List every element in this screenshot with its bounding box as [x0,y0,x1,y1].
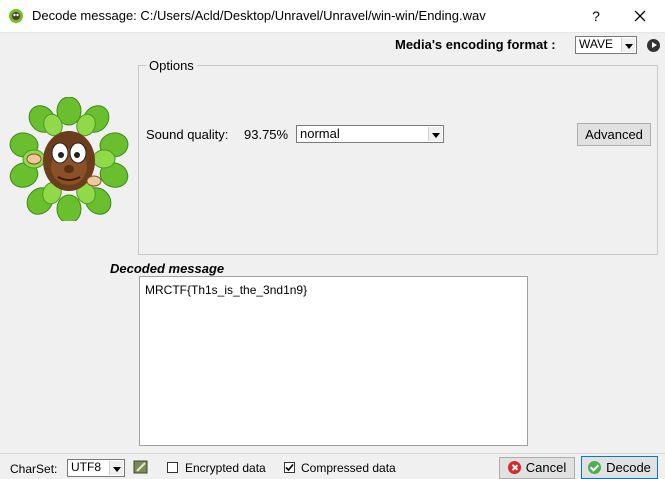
check-icon [285,463,294,472]
cancel-button[interactable]: Cancel [499,457,575,479]
decode-button-label: Decode [606,460,651,475]
chevron-down-icon [109,461,123,475]
help-button[interactable]: ? [583,4,609,28]
sound-quality-select-value: normal [300,126,340,141]
encoding-format-label: Media's encoding format : [395,37,556,52]
play-icon[interactable] [647,39,660,52]
sound-quality-label: Sound quality: [146,127,229,142]
encrypted-data-label: Encrypted data [185,461,266,475]
options-legend: Options [146,58,197,73]
decoded-message-label: Decoded message [110,261,225,276]
charset-select[interactable]: UTF8 [67,459,125,477]
decoded-message-textarea[interactable]: MRCTF{Th1s_is_the_3nd1n9} [139,276,528,446]
charset-value: UTF8 [71,460,101,474]
chevron-down-icon [621,38,635,52]
check-circle-icon [588,461,602,474]
encoding-format-select[interactable]: WAVE [575,36,637,54]
options-group [138,65,658,255]
cancel-icon [507,461,521,474]
compressed-data-checkbox[interactable] [284,462,295,473]
cancel-button-label: Cancel [525,460,567,475]
close-button[interactable] [626,4,654,28]
sound-quality-select[interactable]: normal [296,125,444,143]
advanced-button[interactable]: Advanced [577,123,651,146]
compressed-data-label: Compressed data [301,461,396,475]
decode-button[interactable]: Decode [581,456,658,479]
app-icon [8,8,24,24]
sound-quality-value: 93.75% [244,127,289,142]
mascot-image [8,96,130,224]
window-title: Decode message: C:/Users/Acld/Desktop/Un… [32,8,486,23]
chevron-down-icon [428,127,442,141]
close-icon [634,10,646,22]
encoding-format-value: WAVE [579,37,614,51]
charset-edit-icon[interactable] [133,459,149,475]
encrypted-data-checkbox[interactable] [167,462,178,473]
charset-label: CharSet: [10,462,58,476]
footer-separator [0,453,665,454]
